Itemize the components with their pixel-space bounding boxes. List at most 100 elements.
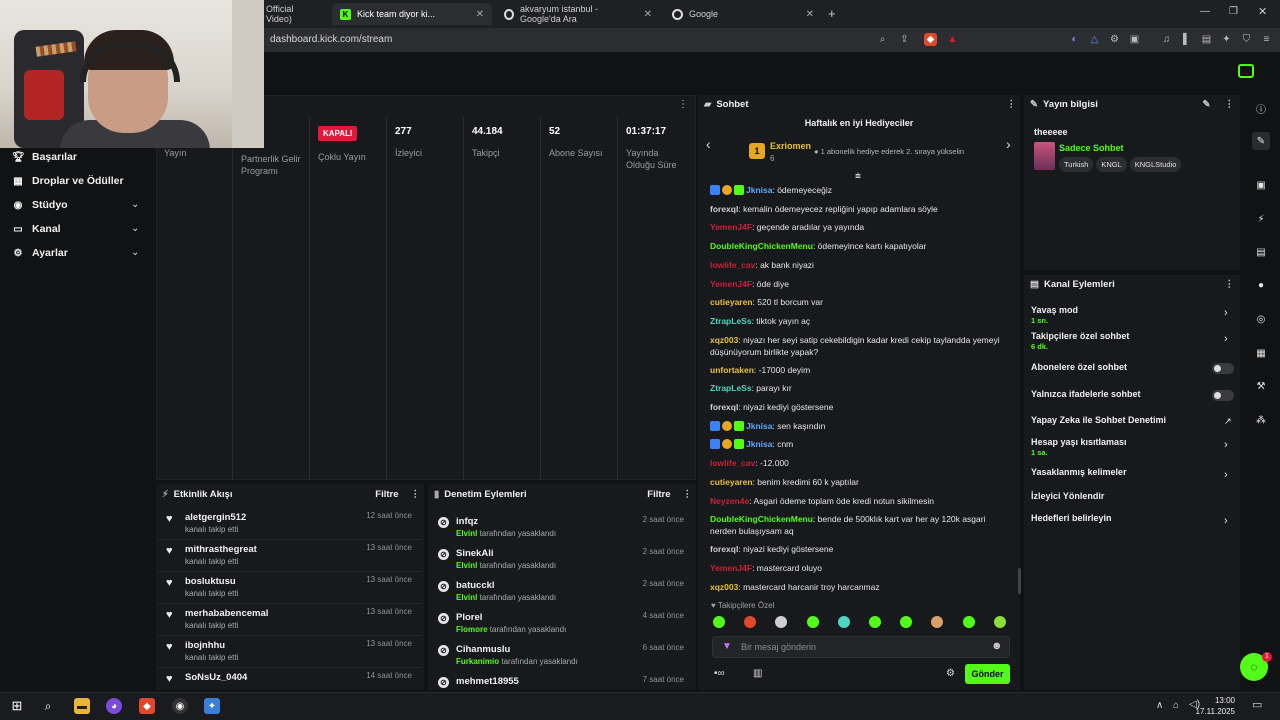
extension-icon[interactable]: ◐	[1068, 33, 1081, 46]
taskbar-time[interactable]: 13:00	[1205, 696, 1235, 705]
chat-username[interactable]: Jknisa	[746, 421, 772, 431]
chevron-left-icon[interactable]: ‹	[706, 136, 711, 152]
discord-icon[interactable]: ◕	[106, 698, 122, 714]
chat-username[interactable]: forexql	[710, 544, 738, 554]
chat-username[interactable]: YemenJ4F	[710, 563, 752, 573]
extension-icon[interactable]: ⚙	[1108, 33, 1121, 46]
toggle-switch[interactable]	[1212, 363, 1234, 374]
layers-icon[interactable]: ▦	[1252, 344, 1270, 362]
toggle-switch[interactable]	[1212, 390, 1234, 401]
chevron-down-icon[interactable]: ⌄	[131, 247, 139, 258]
chat-username[interactable]: Jknisa	[746, 185, 772, 195]
wallet-icon[interactable]: ▤	[1200, 33, 1213, 46]
banned-username[interactable]: batucckl	[456, 580, 556, 591]
info-icon[interactable]: ⓘ	[1252, 99, 1270, 117]
points-icon[interactable]: •∞	[714, 668, 725, 679]
vpn-icon[interactable]: ⛉	[1240, 33, 1253, 46]
zoom-icon[interactable]: ⌕	[876, 33, 889, 46]
file-explorer-icon[interactable]: ▬	[74, 698, 90, 714]
channel-action-item[interactable]: Yalnızca ifadelerle sohbet	[1031, 389, 1141, 399]
chat-username[interactable]: unfortaken	[710, 365, 754, 375]
nav-studyo[interactable]: ◉ Stüdyo	[12, 199, 68, 211]
chevron-right-icon[interactable]: ›	[1224, 469, 1228, 481]
nav-kanal[interactable]: ▭ Kanal	[12, 223, 60, 235]
brave-icon[interactable]: ◆	[139, 698, 155, 714]
microphone-icon[interactable]: ▼	[722, 641, 732, 652]
banned-username[interactable]: infqz	[456, 516, 556, 527]
chevron-down-icon[interactable]: ⌄	[131, 223, 139, 234]
kebab-menu-icon[interactable]: ⋮	[683, 489, 693, 500]
banned-username[interactable]: mehmet18955	[456, 676, 519, 687]
screen-icon[interactable]: ▣	[1252, 176, 1270, 194]
chat-scrollbar[interactable]	[1018, 568, 1021, 594]
kebab-menu-icon[interactable]: ⋮	[1225, 99, 1235, 110]
chevron-right-icon[interactable]: ›	[1224, 515, 1228, 527]
moderator-name[interactable]: Elvinl	[456, 561, 477, 570]
search-icon[interactable]: ⌕	[40, 698, 56, 714]
chat-username[interactable]: ZtrapLeSs	[710, 383, 752, 393]
network-icon[interactable]: ⌂	[1173, 700, 1179, 711]
chat-username[interactable]: DoubleKingChickenMenu	[710, 241, 813, 251]
chat-icon[interactable]: ●	[1252, 276, 1270, 294]
moderator-name[interactable]: Flomore	[456, 625, 488, 634]
filter-button[interactable]: Filtre	[375, 489, 398, 500]
menu-icon[interactable]: ≡	[1260, 33, 1273, 46]
broadcast-icon[interactable]: ◎	[1252, 310, 1270, 328]
kebab-menu-icon[interactable]: ⋮	[1007, 99, 1017, 110]
banned-username[interactable]: SinekAli	[456, 548, 556, 559]
notifications-icon[interactable]: ▭	[1252, 698, 1262, 711]
music-icon[interactable]: ♫	[1160, 33, 1173, 46]
url-field[interactable]: dashboard.kick.com/stream	[270, 34, 392, 45]
emote-icon[interactable]	[869, 616, 881, 628]
restore-icon[interactable]: ❐	[1229, 6, 1238, 17]
new-tab-icon[interactable]: +	[828, 6, 836, 21]
tag[interactable]: KNGLStudio	[1129, 157, 1182, 172]
banned-username[interactable]: Cihanmuslu	[456, 644, 578, 655]
leo-icon[interactable]: ✦	[1220, 33, 1233, 46]
kebab-menu-icon[interactable]: ⋮	[411, 489, 421, 500]
chat-username[interactable]: Jknisa	[746, 439, 772, 449]
tag[interactable]: KNGL	[1096, 157, 1127, 172]
close-tab-icon[interactable]: ✕	[644, 9, 652, 20]
emote-icon[interactable]	[713, 616, 725, 628]
channel-action-item[interactable]: Hedefleri belirleyin	[1031, 513, 1112, 523]
chevron-right-icon[interactable]: ›	[1006, 136, 1011, 152]
activity-username[interactable]: SoNsUz_0404	[185, 672, 247, 683]
category-link[interactable]: Sadece Sohbet	[1059, 143, 1124, 153]
bolt-icon[interactable]: ⚡︎	[1252, 210, 1270, 228]
chat-username[interactable]: forexql	[710, 204, 738, 214]
emote-icon[interactable]	[993, 616, 1006, 628]
channel-action-item[interactable]: Takipçilere özel sohbet 6 dk.	[1031, 331, 1129, 351]
chat-input[interactable]: ▼ Bir mesaj gönderin ☻	[712, 636, 1010, 658]
channel-action-item[interactable]: Yavaş mod 1 sn.	[1031, 305, 1078, 325]
activity-username[interactable]: ibojnhhu	[185, 640, 238, 651]
pencil-icon[interactable]: ✎	[1252, 132, 1270, 150]
chevron-up-icon[interactable]: ∧	[1156, 700, 1163, 711]
edit-icon[interactable]: ✎	[1203, 99, 1211, 110]
kebab-menu-icon[interactable]: ⋮	[678, 99, 688, 110]
nav-basarilar[interactable]: 🏆︎ Başarılar	[12, 151, 77, 163]
chat-username[interactable]: lowlife_cav	[710, 458, 755, 468]
channel-action-item[interactable]: Abonelere özel sohbet	[1031, 362, 1127, 372]
chevron-down-icon[interactable]: ⌄	[131, 199, 139, 210]
nav-ayarlar[interactable]: ⚙ Ayarlar	[12, 247, 68, 259]
share-icon[interactable]: ⇪	[898, 33, 911, 46]
tag[interactable]: Turkish	[1059, 157, 1094, 172]
channel-action-item[interactable]: Hesap yaşı kısıtlaması 1 sa.	[1031, 437, 1127, 457]
top-gifter-name[interactable]: Exriomen	[770, 141, 811, 151]
activity-username[interactable]: merhababen‌cemal	[185, 608, 268, 619]
document-icon[interactable]: ▤	[1252, 243, 1270, 261]
pin-icon[interactable]: ⩧	[855, 171, 861, 182]
chat-username[interactable]: cutieyaren	[710, 297, 753, 307]
emote-icon[interactable]	[837, 616, 850, 628]
banned-username[interactable]: Plorel	[456, 612, 566, 623]
chat-username[interactable]: YemenJ4F	[710, 222, 752, 232]
gear-icon[interactable]: ⚙	[946, 668, 955, 679]
sidebar-icon[interactable]: ▌	[1180, 33, 1193, 46]
tab-official-video[interactable]: Official Video)	[258, 3, 328, 25]
tab-google[interactable]: Google ✕	[664, 3, 822, 25]
store-icon[interactable]: ▥	[753, 668, 762, 679]
emoji-icon[interactable]: ☻	[991, 640, 1003, 652]
moderator-name[interactable]: Furkanimio	[456, 657, 499, 666]
chat-username[interactable]: xqz003	[710, 582, 738, 592]
